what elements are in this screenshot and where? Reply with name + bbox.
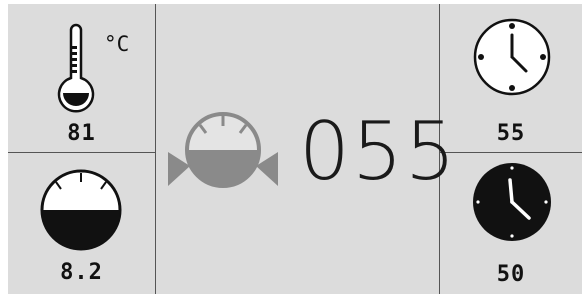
- clock-filled-icon: [473, 163, 551, 241]
- clock-bottom-value: 50: [496, 262, 526, 287]
- center-value: 055: [299, 105, 458, 198]
- temperature-unit: °C: [104, 32, 130, 56]
- temperature-value: 81: [67, 121, 96, 146]
- dashboard-screen: °C 81 8.2 055 55 50: [8, 4, 582, 294]
- temperature-panel[interactable]: °C 81: [8, 4, 155, 152]
- gauge-with-arrows-icon: [168, 112, 278, 188]
- clock-bottom-panel[interactable]: 50: [440, 153, 582, 294]
- level-gauge-panel[interactable]: 8.2: [8, 153, 155, 294]
- clock-outline-icon: [473, 18, 551, 96]
- center-panel[interactable]: 055: [156, 4, 456, 294]
- level-value: 8.2: [60, 260, 103, 285]
- clock-top-panel[interactable]: 55: [440, 4, 582, 152]
- half-filled-gauge-icon: [40, 169, 122, 251]
- clock-top-value: 55: [496, 121, 526, 146]
